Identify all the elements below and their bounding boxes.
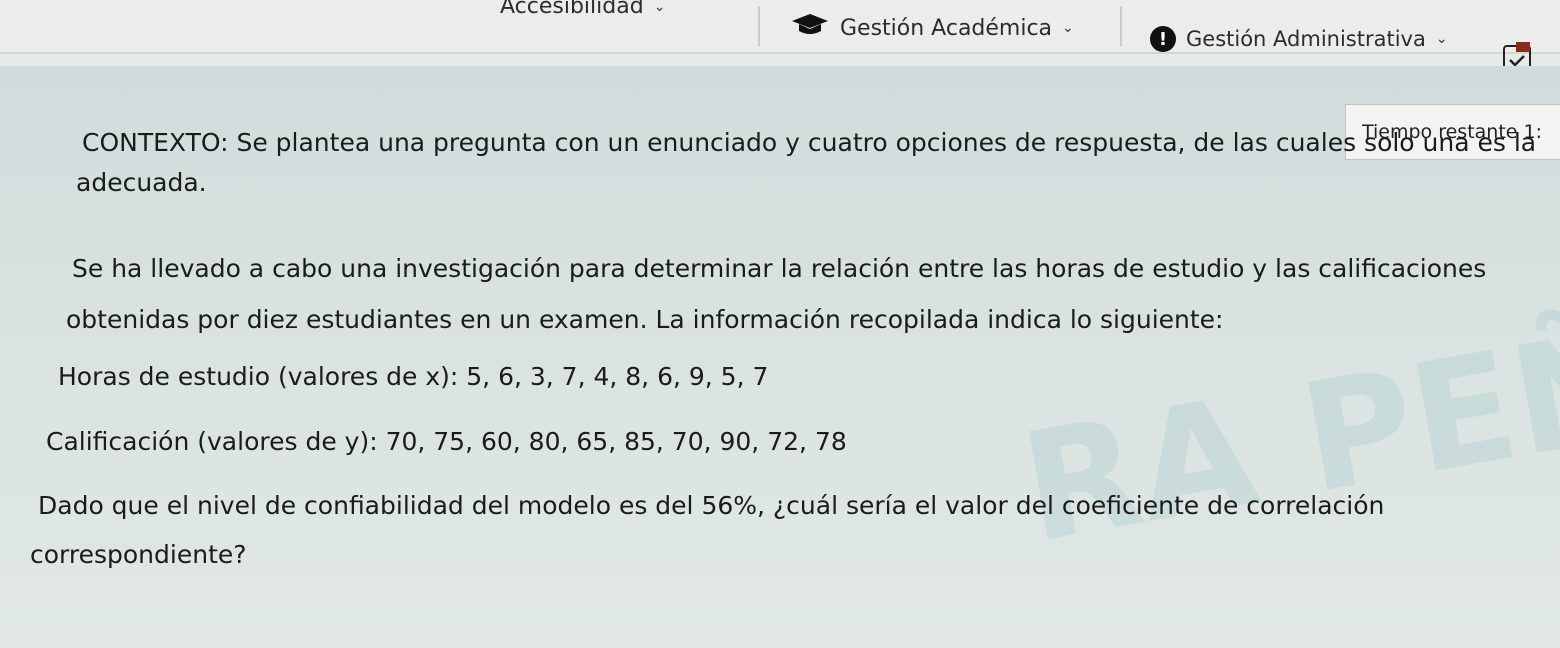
nav-gestion-academica-label: Gestión Académica: [840, 15, 1053, 41]
chevron-down-icon: ⌄: [1435, 31, 1448, 47]
statement-line-1: Se ha llevado a cabo una investigación p…: [72, 254, 1487, 283]
nav-gestion-administrativa-label: Gestión Administrativa: [1186, 27, 1426, 51]
context-line-1: CONTEXTO: Se plantea una pregunta con un…: [82, 128, 1537, 157]
chevron-down-icon: ⌄: [1062, 20, 1074, 36]
calificacion-data: Calificación (valores de y): 70, 75, 60,…: [46, 427, 847, 456]
question-line-2: correspondiente?: [30, 540, 247, 569]
nav-divider: [758, 6, 760, 46]
statement-line-2: obtenidas por diez estudiantes en un exa…: [66, 305, 1224, 334]
horas-data: Horas de estudio (valores de x): 5, 6, 3…: [58, 362, 769, 391]
alert-icon: !: [1150, 26, 1176, 52]
nav-accesibilidad-label: Accesibilidad: [500, 0, 644, 19]
chevron-down-icon: ⌄: [653, 0, 666, 15]
graduation-cap-icon: [790, 12, 830, 44]
question-line-1: Dado que el nivel de confiabilidad del m…: [38, 491, 1385, 520]
nav-gestion-administrativa[interactable]: ! Gestión Administrativa ⌄: [1150, 26, 1448, 52]
top-navigation-bar: Accesibilidad ⌄ Gestión Académica ⌄ ! Ge…: [0, 0, 1560, 54]
context-line-2: adecuada.: [76, 168, 207, 197]
nav-accesibilidad[interactable]: Accesibilidad ⌄: [500, 0, 665, 19]
nav-gestion-academica[interactable]: Gestión Académica ⌄: [790, 12, 1074, 44]
nav-divider: [1120, 6, 1122, 46]
